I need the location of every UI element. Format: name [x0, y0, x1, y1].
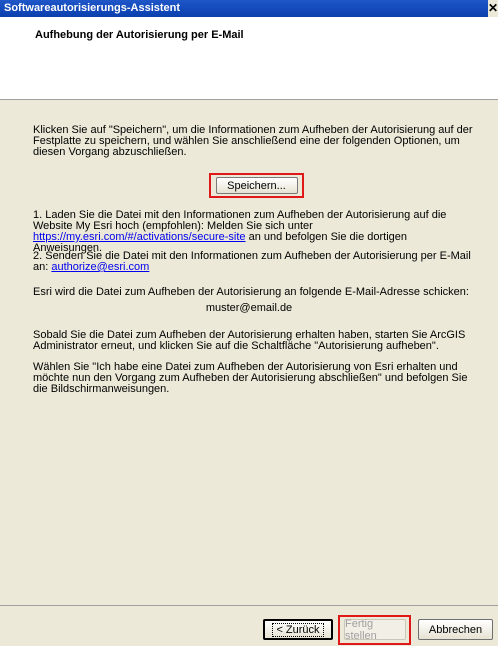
after-receive-text: Sobald Sie die Datei zum Aufheben der Au… — [33, 329, 466, 352]
save-button-highlight: Speichern... — [209, 173, 304, 198]
option-1-text: 1. Laden Sie die Datei mit den Informati… — [33, 210, 478, 254]
back-button[interactable]: < Zurück — [263, 619, 333, 640]
authorize-email-link[interactable]: authorize@esri.com — [51, 261, 149, 273]
window-title: Softwareautorisierungs-Assistent — [4, 2, 181, 14]
wizard-window: Softwareautorisierungs-Assistent ✕ Aufhe… — [0, 0, 498, 646]
email-address: muster@email.de — [205, 302, 293, 314]
close-icon[interactable]: ✕ — [488, 0, 498, 17]
finish-button-highlight: Fertig stellen — [338, 615, 411, 645]
back-button-label: < Zurück — [272, 622, 324, 637]
page-title: Aufhebung der Autorisierung per E-Mail — [35, 29, 244, 41]
wizard-header: Aufhebung der Autorisierung per E-Mail — [0, 17, 498, 100]
intro-text: Klicken Sie auf "Speichern", um die Info… — [33, 124, 473, 158]
esri-send-text: Esri wird die Datei zum Aufheben der Aut… — [33, 286, 469, 298]
option-1-prefix: 1. Laden Sie die Datei mit den Informati… — [33, 209, 447, 232]
cancel-button[interactable]: Abbrechen — [418, 619, 493, 640]
choose-option-text: Wählen Sie "Ich habe eine Datei zum Aufh… — [33, 361, 468, 395]
save-button[interactable]: Speichern... — [215, 177, 298, 194]
wizard-content: Klicken Sie auf "Speichern", um die Info… — [0, 100, 498, 605]
wizard-footer: < Zurück Fertig stellen Abbrechen — [0, 605, 498, 646]
finish-button[interactable]: Fertig stellen — [344, 618, 406, 642]
title-bar[interactable]: Softwareautorisierungs-Assistent ✕ — [0, 0, 498, 17]
option-2-text: 2. Senden Sie die Datei mit den Informat… — [33, 251, 478, 273]
